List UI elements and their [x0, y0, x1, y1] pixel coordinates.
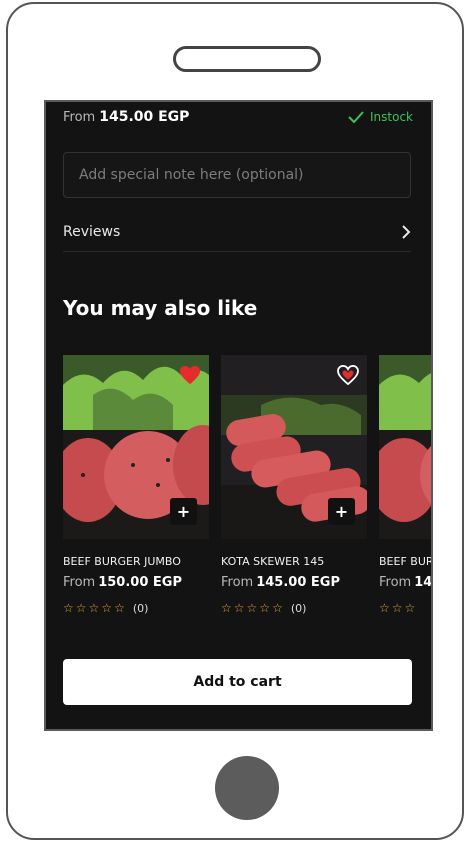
price-prefix: From: [63, 575, 96, 590]
check-icon: [348, 111, 364, 123]
product-card[interactable]: + KOTA SKEWER 145 From 145.00 EGP ☆ ☆ ☆ ☆ ☆ (…: [221, 355, 367, 620]
add-to-cart-quick-button[interactable]: +: [170, 498, 197, 525]
product-image: [379, 355, 431, 539]
rating-stars: ☆ ☆ ☆: [379, 601, 417, 615]
star-icon: ☆: [114, 601, 125, 615]
star-icon: ☆: [221, 601, 232, 615]
price-value: 150.00 EGP: [98, 575, 182, 590]
price-value: 14: [414, 575, 433, 590]
section-title: You may also like: [63, 296, 258, 320]
price-prefix: From: [379, 575, 412, 590]
product-price-row: From 145.00 EGP Instock: [63, 106, 413, 128]
product-price: From 14: [379, 575, 433, 590]
price-prefix: From: [63, 110, 96, 125]
rating-count: (0): [290, 601, 307, 615]
product-name[interactable]: BEEF BUR: [379, 555, 431, 568]
speaker-slot: [173, 46, 321, 72]
add-to-cart-quick-button[interactable]: +: [328, 498, 355, 525]
product-card[interactable]: + BEEF BURGER JUMBO From 150.00 EGP ☆ ☆ ☆ ☆ ☆…: [63, 355, 209, 620]
stock-label: Instock: [370, 110, 413, 124]
recommendations-carousel[interactable]: + BEEF BURGER JUMBO From 150.00 EGP ☆ ☆ ☆ ☆ ☆…: [63, 355, 433, 625]
star-icon: ☆: [246, 601, 258, 615]
chevron-right-icon: [402, 224, 411, 239]
star-icon: ☆: [233, 601, 245, 615]
home-button[interactable]: [215, 756, 279, 820]
star-icon: ☆: [272, 601, 283, 615]
star-icon: ☆: [75, 601, 87, 615]
star-icon: ☆: [88, 601, 100, 615]
product-price: From 145.00 EGP: [63, 109, 189, 125]
price-prefix: From: [221, 575, 254, 590]
product-card[interactable]: BEEF BUR From 14 ☆ ☆ ☆: [379, 355, 433, 620]
price-value: 145.00 EGP: [99, 109, 190, 125]
rating-stars: ☆ ☆ ☆ ☆ ☆ (0): [63, 601, 148, 615]
add-to-cart-button[interactable]: Add to cart: [63, 659, 412, 705]
favorite-heart-icon[interactable]: [179, 365, 201, 385]
star-icon: ☆: [63, 601, 74, 615]
reviews-link[interactable]: Reviews: [63, 212, 411, 252]
product-price: From 145.00 EGP: [221, 575, 340, 590]
rating-count: (0): [132, 601, 149, 615]
star-icon: ☆: [404, 601, 416, 615]
rating-stars: ☆ ☆ ☆ ☆ ☆ (0): [221, 601, 306, 615]
product-name[interactable]: BEEF BURGER JUMBO: [63, 555, 181, 568]
price-value: 145.00 EGP: [256, 575, 340, 590]
reviews-label: Reviews: [63, 223, 121, 240]
stock-status: Instock: [348, 110, 413, 124]
star-icon: ☆: [101, 601, 113, 615]
product-name[interactable]: KOTA SKEWER 145: [221, 555, 324, 568]
favorite-heart-icon[interactable]: [337, 365, 359, 385]
star-icon: ☆: [379, 601, 390, 615]
star-icon: ☆: [391, 601, 403, 615]
app-screen: From 145.00 EGP Instock Add special note …: [44, 100, 433, 731]
product-price: From 150.00 EGP: [63, 575, 182, 590]
special-note-input[interactable]: Add special note here (optional): [63, 152, 411, 198]
star-icon: ☆: [259, 601, 271, 615]
